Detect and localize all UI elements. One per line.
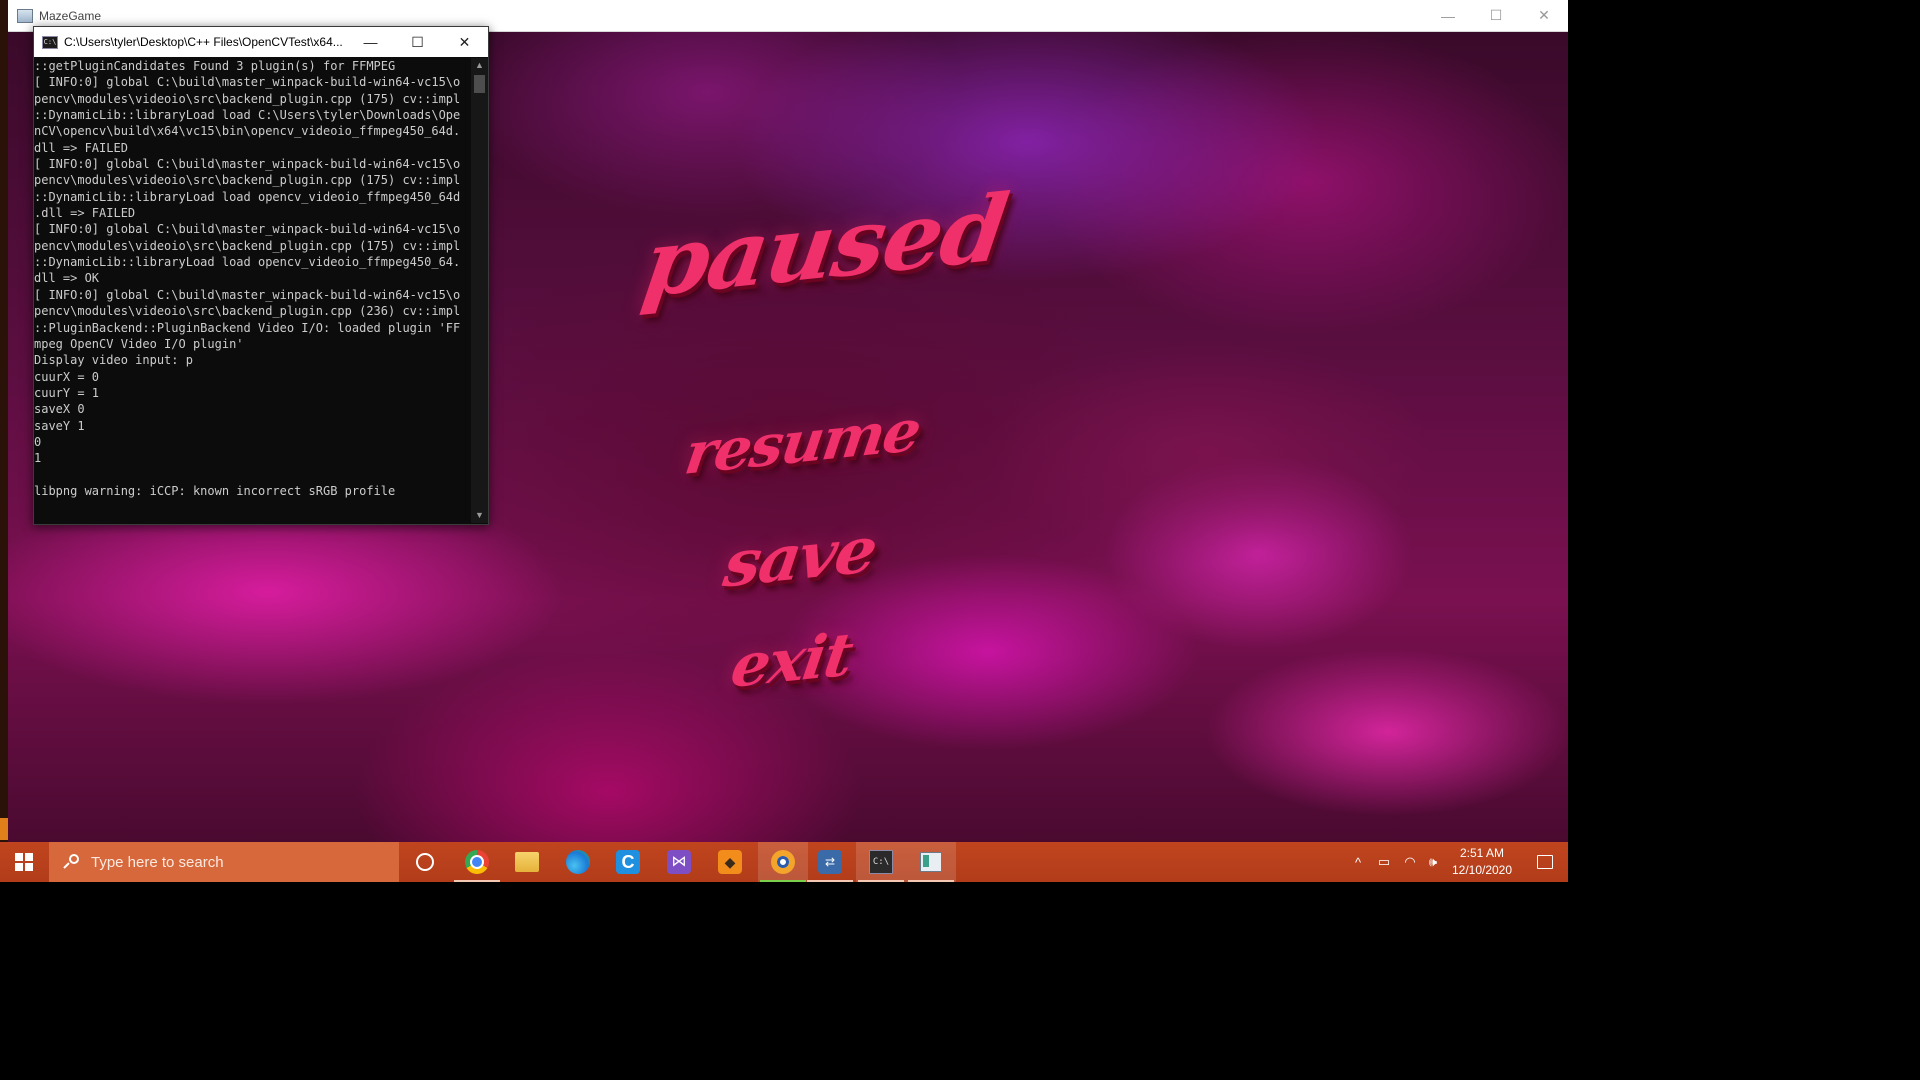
console-line: [ INFO:0] global C:\build\master_winpack… bbox=[34, 157, 461, 172]
taskbar-edge[interactable] bbox=[553, 842, 603, 882]
console-line: ::DynamicLib::libraryLoad load C:\Users\… bbox=[34, 108, 461, 123]
mazegame-icon bbox=[920, 852, 942, 872]
show-hidden-icons-chevron-icon[interactable]: ^ bbox=[1346, 842, 1370, 882]
save-menu-option[interactable]: save bbox=[719, 513, 880, 603]
console-line: ::PluginBackend::PluginBackend Video I/O… bbox=[34, 320, 461, 335]
action-center-button[interactable] bbox=[1522, 842, 1568, 882]
taskbar-command-prompt[interactable]: C:\ bbox=[856, 842, 906, 882]
console-line: 0 bbox=[34, 434, 42, 449]
console-line: pencv\modules\videoio\src\backend_plugin… bbox=[34, 91, 461, 106]
mazegame-close-button[interactable]: ✕ bbox=[1520, 0, 1568, 31]
console-line: ::getPluginCandidates Found 3 plugin(s) … bbox=[34, 59, 396, 73]
console-line: .dll => FAILED bbox=[34, 206, 136, 221]
console-line: ::DynamicLib::libraryLoad load opencv_vi… bbox=[34, 255, 461, 270]
paused-title: paused bbox=[636, 173, 1013, 319]
battery-icon[interactable]: ▭ bbox=[1372, 842, 1396, 882]
console-line: Display video input: p bbox=[34, 353, 193, 368]
desktop-background-strip bbox=[0, 0, 8, 842]
clock-time: 2:51 AM bbox=[1459, 846, 1505, 860]
console-line: 1 bbox=[34, 451, 42, 466]
taskbar-chrome[interactable] bbox=[452, 842, 502, 882]
mazegame-minimize-button[interactable]: — bbox=[1424, 0, 1472, 31]
taskbar: C ⋈ ◆ ⇄ C:\ ^ ▭ ◠ 🕪 2:51 AM 12/10/ bbox=[0, 842, 1568, 882]
windows-logo-icon bbox=[15, 853, 33, 871]
desktop-screen: MazeGame — ☐ ✕ paused resume save exit C… bbox=[0, 0, 1568, 882]
console-line: ::DynamicLib::libraryLoad load opencv_vi… bbox=[34, 189, 461, 204]
mazegame-app-icon bbox=[17, 8, 33, 23]
scroll-up-arrow-icon[interactable]: ▲ bbox=[471, 58, 488, 73]
network-icon: ⇄ bbox=[818, 850, 842, 874]
chrome-icon bbox=[465, 850, 489, 874]
taskbar-sublime[interactable]: ◆ bbox=[705, 842, 755, 882]
taskbar-network-app[interactable]: ⇄ bbox=[805, 842, 855, 882]
console-line: [ INFO:0] global C:\build\master_winpack… bbox=[34, 75, 461, 90]
taskbar-obs[interactable] bbox=[758, 842, 808, 882]
console-line: nCV\opencv\build\x64\vc15\bin\opencv_vid… bbox=[34, 124, 461, 139]
console-line: saveX 0 bbox=[34, 402, 85, 417]
wifi-icon[interactable]: ◠ bbox=[1398, 842, 1422, 882]
folder-icon bbox=[515, 852, 539, 872]
taskbar-mazegame[interactable] bbox=[906, 842, 956, 882]
console-line: saveY 1 bbox=[34, 418, 85, 433]
search-icon bbox=[63, 854, 79, 870]
console-window-title: C:\Users\tyler\Desktop\C++ Files\OpenCVT… bbox=[64, 35, 343, 49]
console-line: libpng warning: iCCP: known incorrect sR… bbox=[34, 483, 396, 498]
edge-icon bbox=[566, 850, 590, 874]
console-line: [ INFO:0] global C:\build\master_winpack… bbox=[34, 287, 461, 302]
search-input[interactable] bbox=[89, 852, 383, 872]
cmd-icon: C:\ bbox=[42, 35, 58, 49]
console-output[interactable]: ::getPluginCandidates Found 3 plugin(s) … bbox=[34, 58, 470, 523]
notification-icon bbox=[1537, 855, 1553, 869]
console-maximize-button[interactable]: ☐ bbox=[394, 27, 441, 57]
mazegame-window-title: MazeGame bbox=[39, 8, 102, 23]
sublime-icon: ◆ bbox=[718, 850, 742, 874]
taskbar-ccleaner[interactable]: C bbox=[603, 842, 653, 882]
console-titlebar[interactable]: C:\ C:\Users\tyler\Desktop\C++ Files\Ope… bbox=[34, 27, 488, 57]
console-line: mpeg OpenCV Video I/O plugin' bbox=[34, 336, 244, 351]
console-line: cuurY = 1 bbox=[34, 385, 100, 400]
console-line: pencv\modules\videoio\src\backend_plugin… bbox=[34, 173, 461, 188]
console-line: pencv\modules\videoio\src\backend_plugin… bbox=[34, 304, 461, 319]
taskbar-clock[interactable]: 2:51 AM 12/10/2020 bbox=[1442, 842, 1522, 882]
console-line: cuurX = 0 bbox=[34, 369, 100, 384]
obs-icon bbox=[771, 850, 795, 874]
taskbar-file-explorer[interactable] bbox=[502, 842, 552, 882]
console-scrollbar[interactable]: ▲ ▼ bbox=[471, 58, 488, 523]
scrollbar-thumb[interactable] bbox=[474, 75, 485, 93]
mazegame-maximize-button[interactable]: ☐ bbox=[1472, 0, 1520, 31]
cortana-button[interactable] bbox=[400, 842, 450, 882]
console-close-button[interactable]: ✕ bbox=[441, 27, 488, 57]
console-line: dll => OK bbox=[34, 271, 100, 286]
cortana-icon bbox=[416, 853, 434, 871]
visual-studio-icon: ⋈ bbox=[667, 850, 691, 874]
scroll-down-arrow-icon[interactable]: ▼ bbox=[471, 508, 488, 523]
taskbar-search-box[interactable] bbox=[49, 842, 399, 882]
console-line: [ INFO:0] global C:\build\master_winpack… bbox=[34, 222, 461, 237]
taskbar-visual-studio[interactable]: ⋈ bbox=[654, 842, 704, 882]
cmd-icon: C:\ bbox=[869, 850, 893, 874]
console-window: C:\ C:\Users\tyler\Desktop\C++ Files\Ope… bbox=[33, 26, 489, 525]
desktop-accent bbox=[0, 818, 8, 840]
exit-menu-option[interactable]: exit bbox=[727, 620, 856, 702]
clock-date: 12/10/2020 bbox=[1451, 863, 1513, 877]
console-line: pencv\modules\videoio\src\backend_plugin… bbox=[34, 238, 461, 253]
ccleaner-icon: C bbox=[616, 850, 640, 874]
resume-menu-option[interactable]: resume bbox=[681, 396, 924, 488]
console-line: dll => FAILED bbox=[34, 140, 128, 155]
start-button[interactable] bbox=[0, 842, 48, 882]
console-minimize-button[interactable]: — bbox=[347, 27, 394, 57]
